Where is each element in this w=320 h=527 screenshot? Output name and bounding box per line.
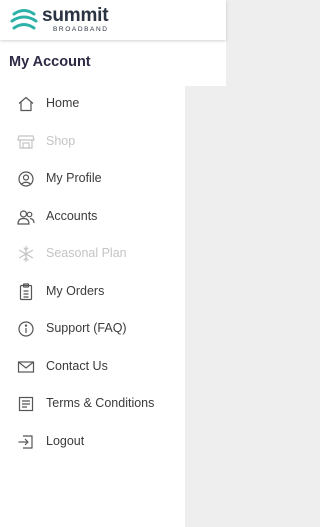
sidebar-item-label: Accounts xyxy=(46,209,98,223)
envelope-icon xyxy=(17,358,35,376)
sidebar-item-label: Contact Us xyxy=(46,359,108,373)
sidebar-item-label: Shop xyxy=(46,134,76,148)
sidebar-item-label: My Orders xyxy=(46,284,105,298)
sidebar-item-terms-conditions[interactable]: Terms & Conditions xyxy=(0,386,185,422)
summit-logo[interactable]: summit BROADBAND xyxy=(10,5,140,35)
sidebar-item-seasonal-plan[interactable]: Seasonal Plan xyxy=(0,236,185,272)
sidebar-item-label: My Profile xyxy=(46,171,102,185)
sidebar-item-label: Terms & Conditions xyxy=(46,396,155,410)
sidebar-item-support-faq[interactable]: Support (FAQ) xyxy=(0,311,185,347)
logo-tagline: BROADBAND xyxy=(53,26,109,33)
info-icon xyxy=(17,320,35,338)
user-circle-icon xyxy=(17,170,35,188)
logout-icon xyxy=(17,433,35,451)
clipboard-icon xyxy=(17,283,35,301)
sidebar-item-label: Seasonal Plan xyxy=(46,246,127,260)
sidebar-item-label: Logout xyxy=(46,434,85,448)
summit-logo-icon xyxy=(10,9,38,30)
sidebar-item-logout[interactable]: Logout xyxy=(0,424,185,460)
top-bar: summit BROADBAND xyxy=(0,0,226,40)
store-icon xyxy=(17,133,35,151)
users-icon xyxy=(17,208,35,226)
page-title: My Account xyxy=(9,54,91,70)
sidebar-item-my-orders[interactable]: My Orders xyxy=(0,274,185,310)
account-header: My Account xyxy=(0,40,226,86)
sidebar-item-shop[interactable]: Shop xyxy=(0,124,185,160)
sidebar-menu: Home Shop My Profile Accounts Seasonal P… xyxy=(0,86,185,527)
document-icon xyxy=(17,395,35,413)
home-icon xyxy=(17,95,35,113)
sidebar-item-home[interactable]: Home xyxy=(0,86,185,122)
snowflake-icon xyxy=(17,245,35,263)
sidebar-item-accounts[interactable]: Accounts xyxy=(0,199,185,235)
logo-wordmark: summit xyxy=(42,5,109,26)
sidebar-item-my-profile[interactable]: My Profile xyxy=(0,161,185,197)
sidebar-item-label: Home xyxy=(46,96,80,110)
sidebar-item-contact-us[interactable]: Contact Us xyxy=(0,349,185,385)
sidebar-item-label: Support (FAQ) xyxy=(46,321,127,335)
